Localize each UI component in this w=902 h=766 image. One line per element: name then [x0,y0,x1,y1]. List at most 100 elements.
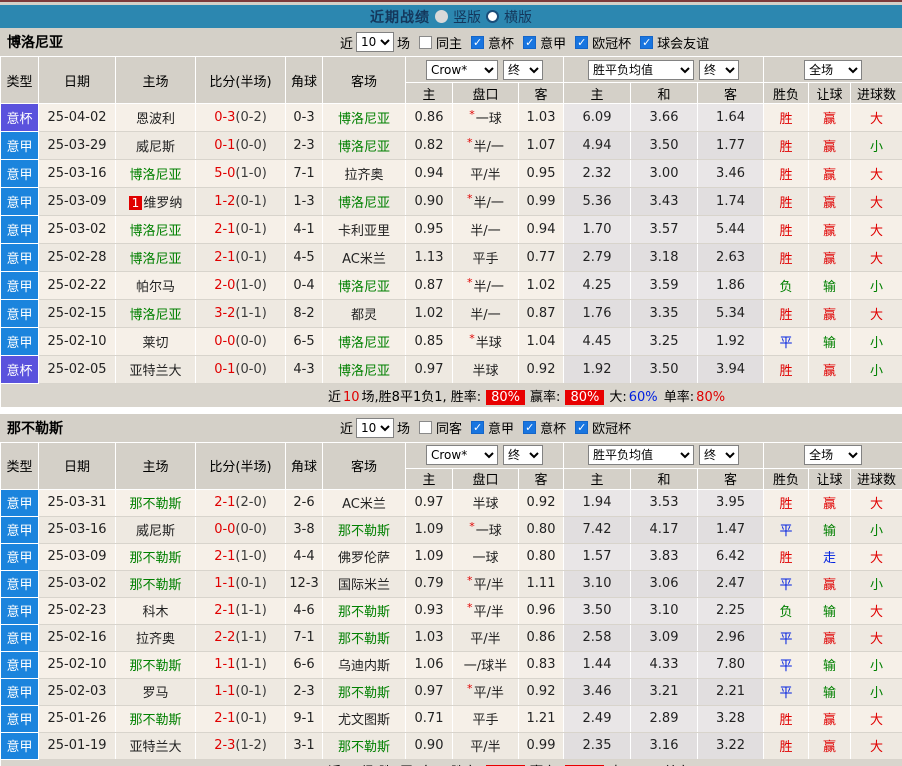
wdl-source-select[interactable]: 胜平负均值 [588,445,694,465]
league-checkbox-seriea[interactable] [523,36,536,49]
wdl-final-select[interactable]: 终 [699,60,739,80]
handicap-cell: *一球 [453,104,519,132]
score-cell: 2-1(0-1) [196,216,286,244]
handicap-result-cell: 赢 [809,132,851,160]
home-team-cell: 博洛尼亚 [116,244,196,272]
league-checkbox-ucl[interactable] [575,36,588,49]
away-odds-cell: 0.94 [519,216,564,244]
away-team-cell: 博洛尼亚 [323,272,406,300]
odds-final-select[interactable]: 终 [503,60,543,80]
home-team-name: 那不勒斯 [129,497,181,512]
corner-cell: 8-2 [286,300,323,328]
summary-record: 场,胜8平1负1, 胜率: [362,390,482,405]
wdl-source-select[interactable]: 胜平负均值 [588,60,694,80]
win-avg-cell: 3.46 [564,678,631,705]
wdl-group-header: 胜平负均值 终 [564,442,764,468]
league-checkbox-friendly[interactable] [640,36,653,49]
win-avg-cell: 4.94 [564,132,631,160]
draw-avg-cell: 3.06 [631,570,698,597]
score-cell: 0-3(0-2) [196,104,286,132]
league-type-cell: 意甲 [1,732,39,759]
col-header-draw-avg: 和 [631,468,698,489]
odds-source-select[interactable]: Crow* [426,445,498,465]
lose-avg-cell: 3.94 [698,356,764,384]
handicap-name: 一球 [476,524,502,539]
home-team-cell: 那不勒斯 [116,570,196,597]
odds-changed-marker: * [467,574,473,587]
fulltime-score: 1-1 [214,657,235,672]
handicap-name: 平手 [472,252,498,267]
halftime-score: (0-0) [235,362,266,377]
col-header-goals: 进球数 [851,83,902,104]
lose-avg-cell: 6.42 [698,543,764,570]
league-checkbox-ucl[interactable] [575,421,588,434]
match-row: 意甲25-02-15博洛尼亚3-2(1-1)8-2都灵1.02半/一0.871.… [1,300,902,328]
halftime-score: (1-1) [235,306,266,321]
goals-result-cell: 小 [851,132,902,160]
same-venue-checkbox[interactable] [419,36,432,49]
corner-cell: 2-3 [286,678,323,705]
home-team-cell: 拉齐奥 [116,624,196,651]
match-count-select[interactable]: 10 [356,418,394,438]
score-cell: 1-1(1-1) [196,651,286,678]
home-odds-cell: 0.79 [406,570,453,597]
section-divider [0,407,902,414]
home-team-name: 罗马 [142,686,168,701]
handicap-cell: 平/半 [453,732,519,759]
corner-cell: 2-3 [286,132,323,160]
col-header-type: 类型 [1,57,39,104]
col-header-home: 主场 [116,57,196,104]
summary-stats: 近10场,胜8平1负1, 胜率:80%赢率:80%大:60% 单率:80% [1,384,902,407]
single-rate-label: 单率: [664,390,694,405]
league-checkbox-coppa[interactable] [523,421,536,434]
lose-avg-cell: 5.34 [698,300,764,328]
league-type-cell: 意杯 [1,104,39,132]
date-cell: 25-03-16 [39,160,116,188]
odds-final-select[interactable]: 终 [503,445,543,465]
league-label-coppa: 意杯 [488,33,514,52]
league-label-seriea: 意甲 [488,418,514,437]
halftime-score: (0-1) [235,684,266,699]
away-team-name: 乌迪内斯 [338,659,390,674]
fulltime-score: 3-2 [214,306,235,321]
fulltime-score: 0-1 [214,138,235,153]
scope-select[interactable]: 全场 [804,445,862,465]
home-team-name: 那不勒斯 [129,551,181,566]
halftime-score: (1-1) [235,630,266,645]
vertical-view-radio[interactable] [435,10,448,23]
lose-avg-cell: 1.64 [698,104,764,132]
league-checkbox-coppa[interactable] [471,36,484,49]
result-cell: 胜 [764,489,809,516]
handicap-cell: 半/一 [453,216,519,244]
napoli-matches-table: 类型 日期 主场 比分(半场) 角球 客场 Crow* 终 胜平负均值 终 [0,442,902,766]
horizontal-view-radio[interactable] [486,10,499,23]
match-count-select[interactable]: 10 [356,32,394,52]
same-venue-checkbox[interactable] [419,421,432,434]
date-cell: 25-02-03 [39,678,116,705]
odds-source-select[interactable]: Crow* [426,60,498,80]
league-checkbox-seriea[interactable] [471,421,484,434]
fulltime-score: 2-1 [214,711,235,726]
win-avg-cell: 7.42 [564,516,631,543]
halftime-score: (0-0) [235,334,266,349]
wdl-final-select[interactable]: 终 [699,445,739,465]
lose-avg-cell: 7.80 [698,651,764,678]
away-odds-cell: 0.77 [519,244,564,272]
red-card-badge: 1 [129,196,143,210]
result-cell: 胜 [764,188,809,216]
away-team-cell: 博洛尼亚 [323,188,406,216]
handicap-name: 半/一 [474,280,504,295]
away-team-name: 博洛尼亚 [338,336,390,351]
draw-avg-cell: 3.50 [631,356,698,384]
result-cell: 平 [764,678,809,705]
draw-avg-cell: 3.35 [631,300,698,328]
team-name: 那不勒斯 [7,418,63,438]
home-team-cell: 恩波利 [116,104,196,132]
handicap-result-cell: 输 [809,597,851,624]
draw-avg-cell: 4.33 [631,651,698,678]
goals-result-cell: 小 [851,328,902,356]
away-team-cell: 那不勒斯 [323,516,406,543]
win-avg-cell: 1.94 [564,489,631,516]
scope-select[interactable]: 全场 [804,60,862,80]
home-team-name: 亚特兰大 [129,740,181,755]
